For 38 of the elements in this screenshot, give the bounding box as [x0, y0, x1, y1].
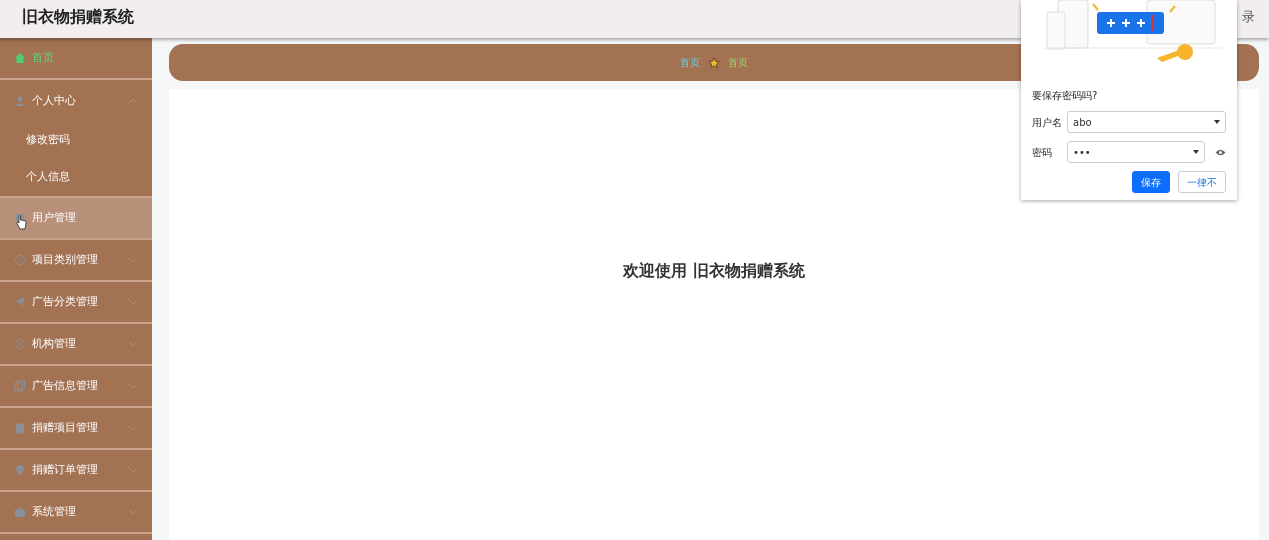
sidebar-item[interactable]: 项目类别管理 — [0, 240, 152, 282]
sidebar-item[interactable]: 个人中心 — [0, 80, 152, 122]
sidebar-item[interactable]: 广告分类管理 — [0, 282, 152, 324]
dropdown-field[interactable]: ••• — [1067, 141, 1205, 163]
sidebar-item[interactable]: 机构管理 — [0, 324, 152, 366]
map-pin-icon — [14, 464, 26, 476]
sidebar-item[interactable]: 系统管理 — [0, 492, 152, 534]
caret-icon — [1214, 120, 1220, 124]
breadcrumb-link[interactable]: 首页 — [728, 55, 748, 70]
login-link[interactable]: 录 — [1242, 7, 1255, 27]
sidebar-item[interactable]: 用户管理 — [0, 198, 152, 240]
clipboard-icon — [14, 422, 26, 434]
dropdown-field[interactable]: abo — [1067, 111, 1226, 133]
save-button[interactable]: 保存 — [1132, 171, 1170, 193]
paper-plane-icon — [14, 296, 26, 308]
hand-cursor-icon — [16, 214, 27, 230]
field-label: 密码 — [1032, 145, 1053, 160]
copy-icon — [14, 380, 26, 392]
star-icon — [708, 56, 720, 69]
sidebar-item[interactable]: 首页 — [0, 38, 152, 80]
sidebar-item[interactable]: 捐赠项目管理 — [0, 408, 152, 450]
person-icon — [14, 95, 26, 107]
gauge-icon — [14, 254, 26, 266]
sidebar-item[interactable]: 捐赠订单管理 — [0, 450, 152, 492]
app-title: 旧衣物捐赠系统 — [22, 6, 134, 28]
home-icon — [14, 52, 26, 64]
sidebar-subitem[interactable]: 个人信息 — [0, 159, 152, 196]
field-label: 用户名 — [1032, 115, 1063, 130]
sidebar-subitem[interactable]: 修改密码 — [0, 122, 152, 159]
never-button[interactable]: 一律不 — [1178, 171, 1226, 193]
dialog-question: 要保存密码吗? — [1032, 89, 1099, 103]
caret-icon — [1193, 150, 1199, 154]
briefcase-icon — [14, 506, 26, 518]
breadcrumb-link[interactable]: 首页 — [680, 55, 700, 70]
eye-icon[interactable] — [1215, 148, 1226, 156]
compass-icon — [14, 338, 26, 350]
welcome-heading: 欢迎使用 旧衣物捐赠系统 — [623, 260, 805, 282]
sidebar-item[interactable]: 广告信息管理 — [0, 366, 152, 408]
